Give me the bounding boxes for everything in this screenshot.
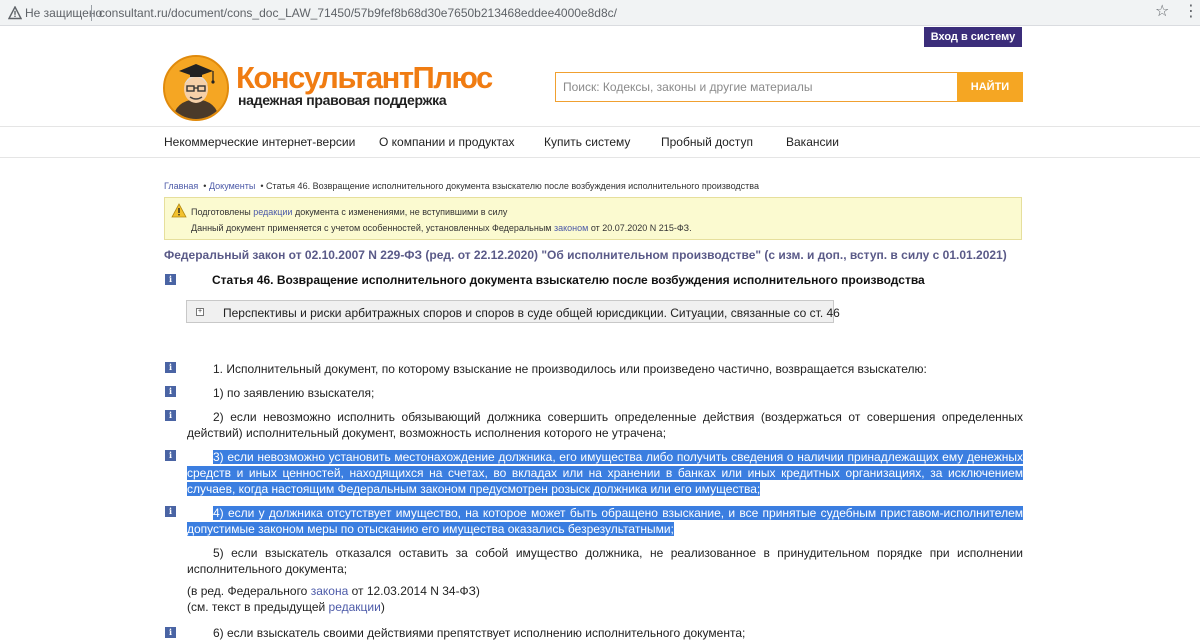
notice-line-revisions: Подготовлены редакции документа с измене… — [191, 207, 507, 217]
revision-text: (см. текст в предыдущей — [187, 600, 329, 614]
nav-item-about[interactable]: О компании и продуктах — [379, 135, 515, 149]
article-title: Статья 46. Возвращение исполнительного д… — [212, 273, 925, 287]
professor-icon — [165, 57, 227, 119]
breadcrumb: Главная • Документы • Статья 46. Возвращ… — [164, 181, 759, 191]
logo-subtitle: надежная правовая поддержка — [238, 92, 447, 108]
expand-label: Перспективы и риски арбитражных споров и… — [223, 306, 840, 320]
search-input[interactable] — [555, 72, 957, 102]
paragraph-7: 6) если взыскатель своими действиями пре… — [187, 625, 1023, 641]
amendment-note: (в ред. Федерального закона от 12.03.201… — [187, 583, 1023, 599]
law-link[interactable]: законом — [554, 223, 588, 233]
warning-triangle-icon — [171, 203, 187, 218]
breadcrumb-separator: • — [260, 181, 264, 191]
info-icon[interactable]: i — [165, 386, 176, 397]
paragraph-text: 5) если взыскатель отказался оставить за… — [187, 546, 1023, 576]
info-icon[interactable]: i — [165, 362, 176, 373]
nav-item-trial[interactable]: Пробный доступ — [661, 135, 753, 149]
breadcrumb-documents[interactable]: Документы — [209, 181, 255, 191]
breadcrumb-current: Статья 46. Возвращение исполнительного д… — [266, 181, 759, 191]
previous-revision-link[interactable]: редакции — [329, 600, 381, 614]
revisions-link[interactable]: редакции — [253, 207, 292, 217]
nav-item-internet-versions[interactable]: Некоммерческие интернет-версии — [164, 135, 355, 149]
document-title[interactable]: Федеральный закон от 02.10.2007 N 229-ФЗ… — [164, 248, 1007, 262]
paragraph-3: 2) если невозможно исполнить обязывающий… — [187, 409, 1023, 441]
paragraph-1: 1. Исполнительный документ, по которому … — [187, 361, 1023, 377]
nav-divider — [0, 157, 1200, 158]
warning-icon — [8, 6, 22, 20]
notice-line-law: Данный документ применяется с учетом осо… — [191, 223, 692, 233]
info-icon[interactable]: i — [165, 627, 176, 638]
paragraph-text: 2) если невозможно исполнить обязывающий… — [187, 410, 1023, 440]
nav-item-vacancies[interactable]: Вакансии — [786, 135, 839, 149]
header-divider — [0, 126, 1200, 127]
selected-text[interactable]: 4) если у должника отсутствует имущество… — [187, 506, 1023, 536]
login-button[interactable]: Вход в систему — [924, 27, 1022, 47]
amendment-text: (в ред. Федерального — [187, 584, 311, 598]
logo-title[interactable]: КонсультантПлюс — [236, 61, 493, 95]
amendment-text: от 12.03.2014 N 34-ФЗ) — [348, 584, 480, 598]
revision-text: ) — [380, 600, 385, 614]
paragraph-text: 6) если взыскатель своими действиями пре… — [213, 626, 746, 640]
address-separator — [91, 5, 92, 21]
expand-related-situations[interactable]: + Перспективы и риски арбитражных споров… — [186, 300, 840, 323]
browser-address-bar[interactable]: Не защищено consultant.ru/document/cons_… — [0, 0, 1200, 26]
breadcrumb-home[interactable]: Главная — [164, 181, 198, 191]
paragraph-5-selected[interactable]: 4) если у должника отсутствует имущество… — [187, 505, 1023, 537]
url-text[interactable]: consultant.ru/document/cons_doc_LAW_7145… — [99, 6, 617, 20]
paragraph-text: 1. Исполнительный документ, по которому … — [213, 362, 927, 376]
paragraph-2: 1) по заявлению взыскателя; — [187, 385, 1023, 401]
notice-text: Подготовлены — [191, 207, 254, 217]
paragraph-text: 1) по заявлению взыскателя; — [213, 386, 375, 400]
search-button[interactable]: НАЙТИ — [957, 72, 1023, 102]
paragraph-6: 5) если взыскатель отказался оставить за… — [187, 545, 1023, 577]
info-icon[interactable]: i — [165, 410, 176, 421]
expand-plus-icon[interactable]: + — [196, 308, 204, 316]
main-nav: Некоммерческие интернет-версии О компани… — [0, 135, 1200, 151]
notice-text: документа с изменениями, не вступившими … — [292, 207, 508, 217]
previous-revision-note: (см. текст в предыдущей редакции) — [187, 599, 1023, 615]
browser-menu-icon[interactable]: ⋮ — [1183, 4, 1199, 20]
logo-mascot-icon[interactable] — [163, 55, 229, 121]
amendment-law-link[interactable]: закона — [311, 584, 349, 598]
info-icon[interactable]: i — [165, 450, 176, 461]
info-icon[interactable]: i — [165, 506, 176, 517]
nav-item-buy[interactable]: Купить систему — [544, 135, 630, 149]
info-icon[interactable]: i — [165, 274, 176, 285]
notice-text: от 20.07.2020 N 215-ФЗ. — [588, 223, 692, 233]
selected-text[interactable]: 3) если невозможно установить местонахож… — [187, 450, 1023, 496]
notice-box: Подготовлены редакции документа с измене… — [164, 197, 1022, 240]
bookmark-star-icon[interactable]: ☆ — [1155, 4, 1169, 20]
paragraph-4-selected[interactable]: 3) если невозможно установить местонахож… — [187, 449, 1023, 497]
breadcrumb-separator: • — [203, 181, 207, 191]
notice-text: Данный документ применяется с учетом осо… — [191, 223, 554, 233]
